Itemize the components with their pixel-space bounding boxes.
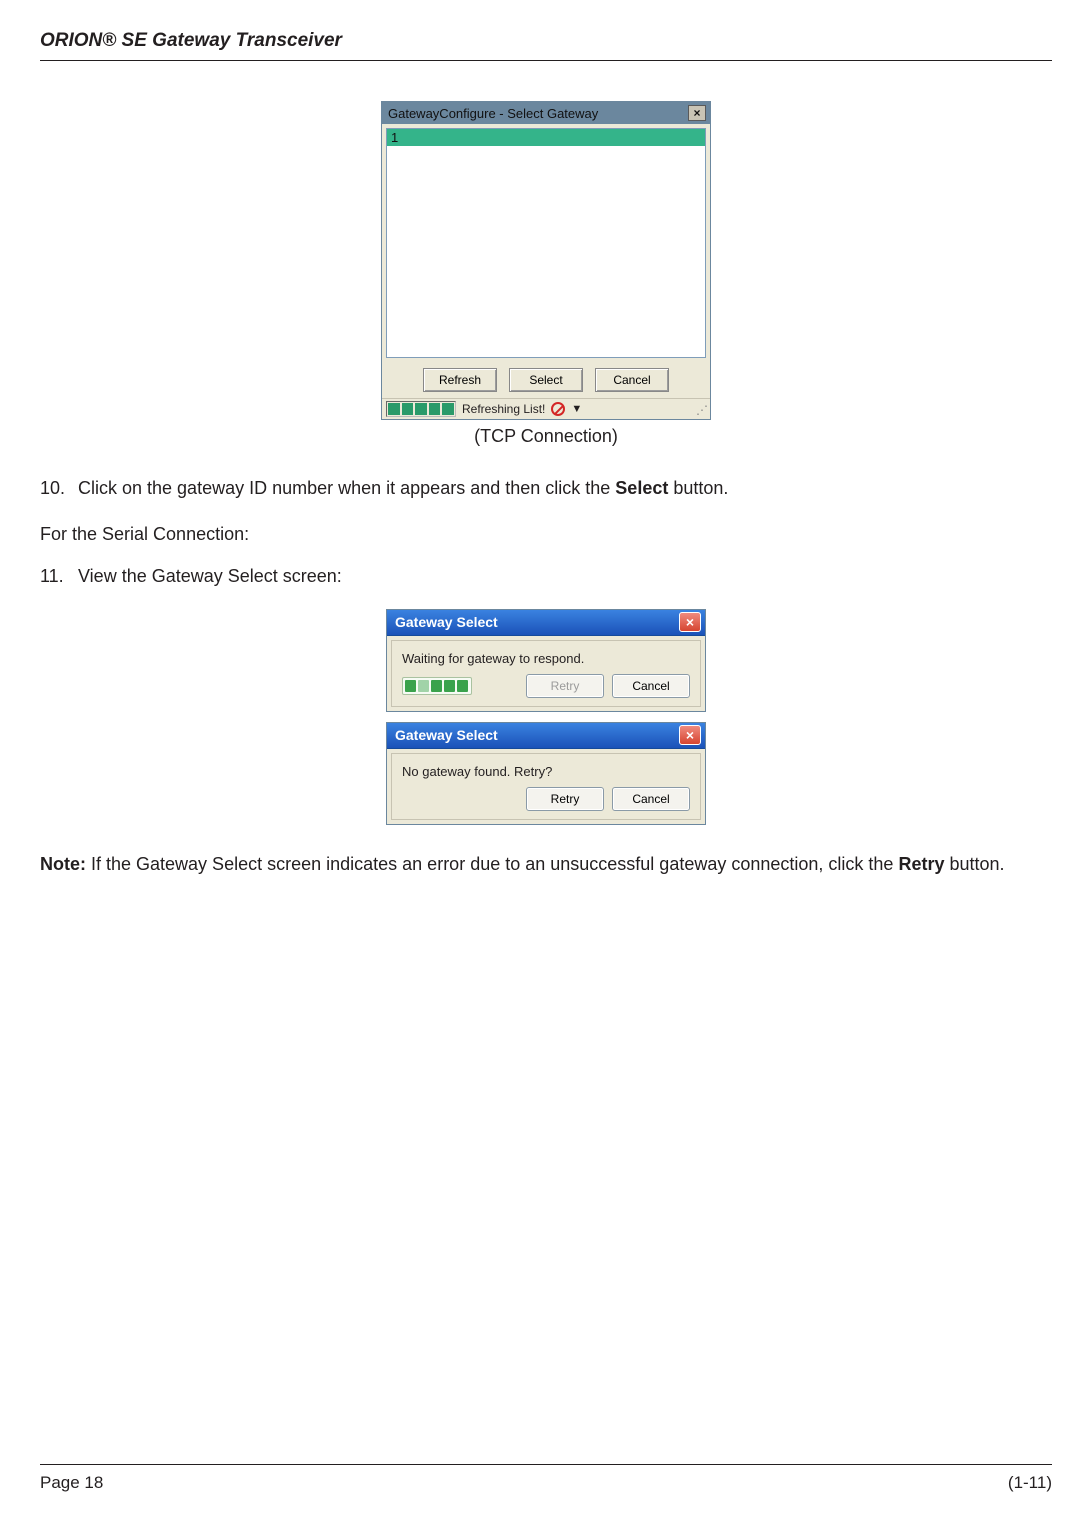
gateway-select-retry-dialog: Gateway Select × No gateway found. Retry… — [386, 722, 706, 825]
document-header: ORION® SE Gateway Transceiver — [40, 30, 1052, 61]
refresh-button[interactable]: Refresh — [423, 368, 497, 392]
figure-caption: (TCP Connection) — [40, 426, 1052, 447]
progress-indicator — [386, 401, 456, 417]
status-text: Refreshing List! — [462, 402, 545, 416]
select-gateway-dialog: GatewayConfigure - Select Gateway × 1 Re… — [381, 101, 711, 420]
titlebar: Gateway Select × — [387, 723, 705, 749]
cancel-button[interactable]: Cancel — [612, 674, 690, 698]
gateway-list[interactable]: 1 — [386, 128, 706, 358]
close-icon[interactable]: × — [679, 612, 701, 632]
document-footer: Page 18 (1-11) — [40, 1464, 1052, 1493]
step-text: Click on the gateway ID number when it a… — [78, 475, 728, 503]
page-number: Page 18 — [40, 1473, 103, 1493]
gateway-list-item[interactable]: 1 — [387, 129, 705, 146]
dialog-message: No gateway found. Retry? — [402, 764, 690, 779]
titlebar-text: Gateway Select — [395, 614, 498, 630]
blocked-icon — [551, 402, 565, 416]
step-number: 10. — [40, 475, 78, 503]
dialog-button-row: Refresh Select Cancel — [382, 362, 710, 398]
step-text: View the Gateway Select screen: — [78, 563, 342, 591]
retry-button: Retry — [526, 674, 604, 698]
titlebar-text: GatewayConfigure - Select Gateway — [388, 106, 598, 121]
dialog-message: Waiting for gateway to respond. — [402, 651, 690, 666]
note-text: Note: If the Gateway Select screen indic… — [40, 851, 1052, 879]
close-icon[interactable]: × — [679, 725, 701, 745]
doc-code: (1-11) — [1008, 1473, 1052, 1493]
retry-button[interactable]: Retry — [526, 787, 604, 811]
close-icon[interactable]: × — [688, 105, 706, 121]
status-bar: Refreshing List! ▼ ⋰ — [382, 398, 710, 419]
dropdown-arrow-icon[interactable]: ▼ — [571, 403, 582, 415]
cancel-button[interactable]: Cancel — [612, 787, 690, 811]
titlebar: Gateway Select × — [387, 610, 705, 636]
select-button[interactable]: Select — [509, 368, 583, 392]
step-number: 11. — [40, 563, 78, 591]
progress-indicator — [402, 677, 472, 695]
titlebar-text: Gateway Select — [395, 727, 498, 743]
serial-intro: For the Serial Connection: — [40, 521, 1052, 549]
resize-grip-icon: ⋰ — [696, 403, 708, 417]
titlebar: GatewayConfigure - Select Gateway × — [382, 102, 710, 124]
gateway-select-waiting-dialog: Gateway Select × Waiting for gateway to … — [386, 609, 706, 712]
cancel-button[interactable]: Cancel — [595, 368, 669, 392]
